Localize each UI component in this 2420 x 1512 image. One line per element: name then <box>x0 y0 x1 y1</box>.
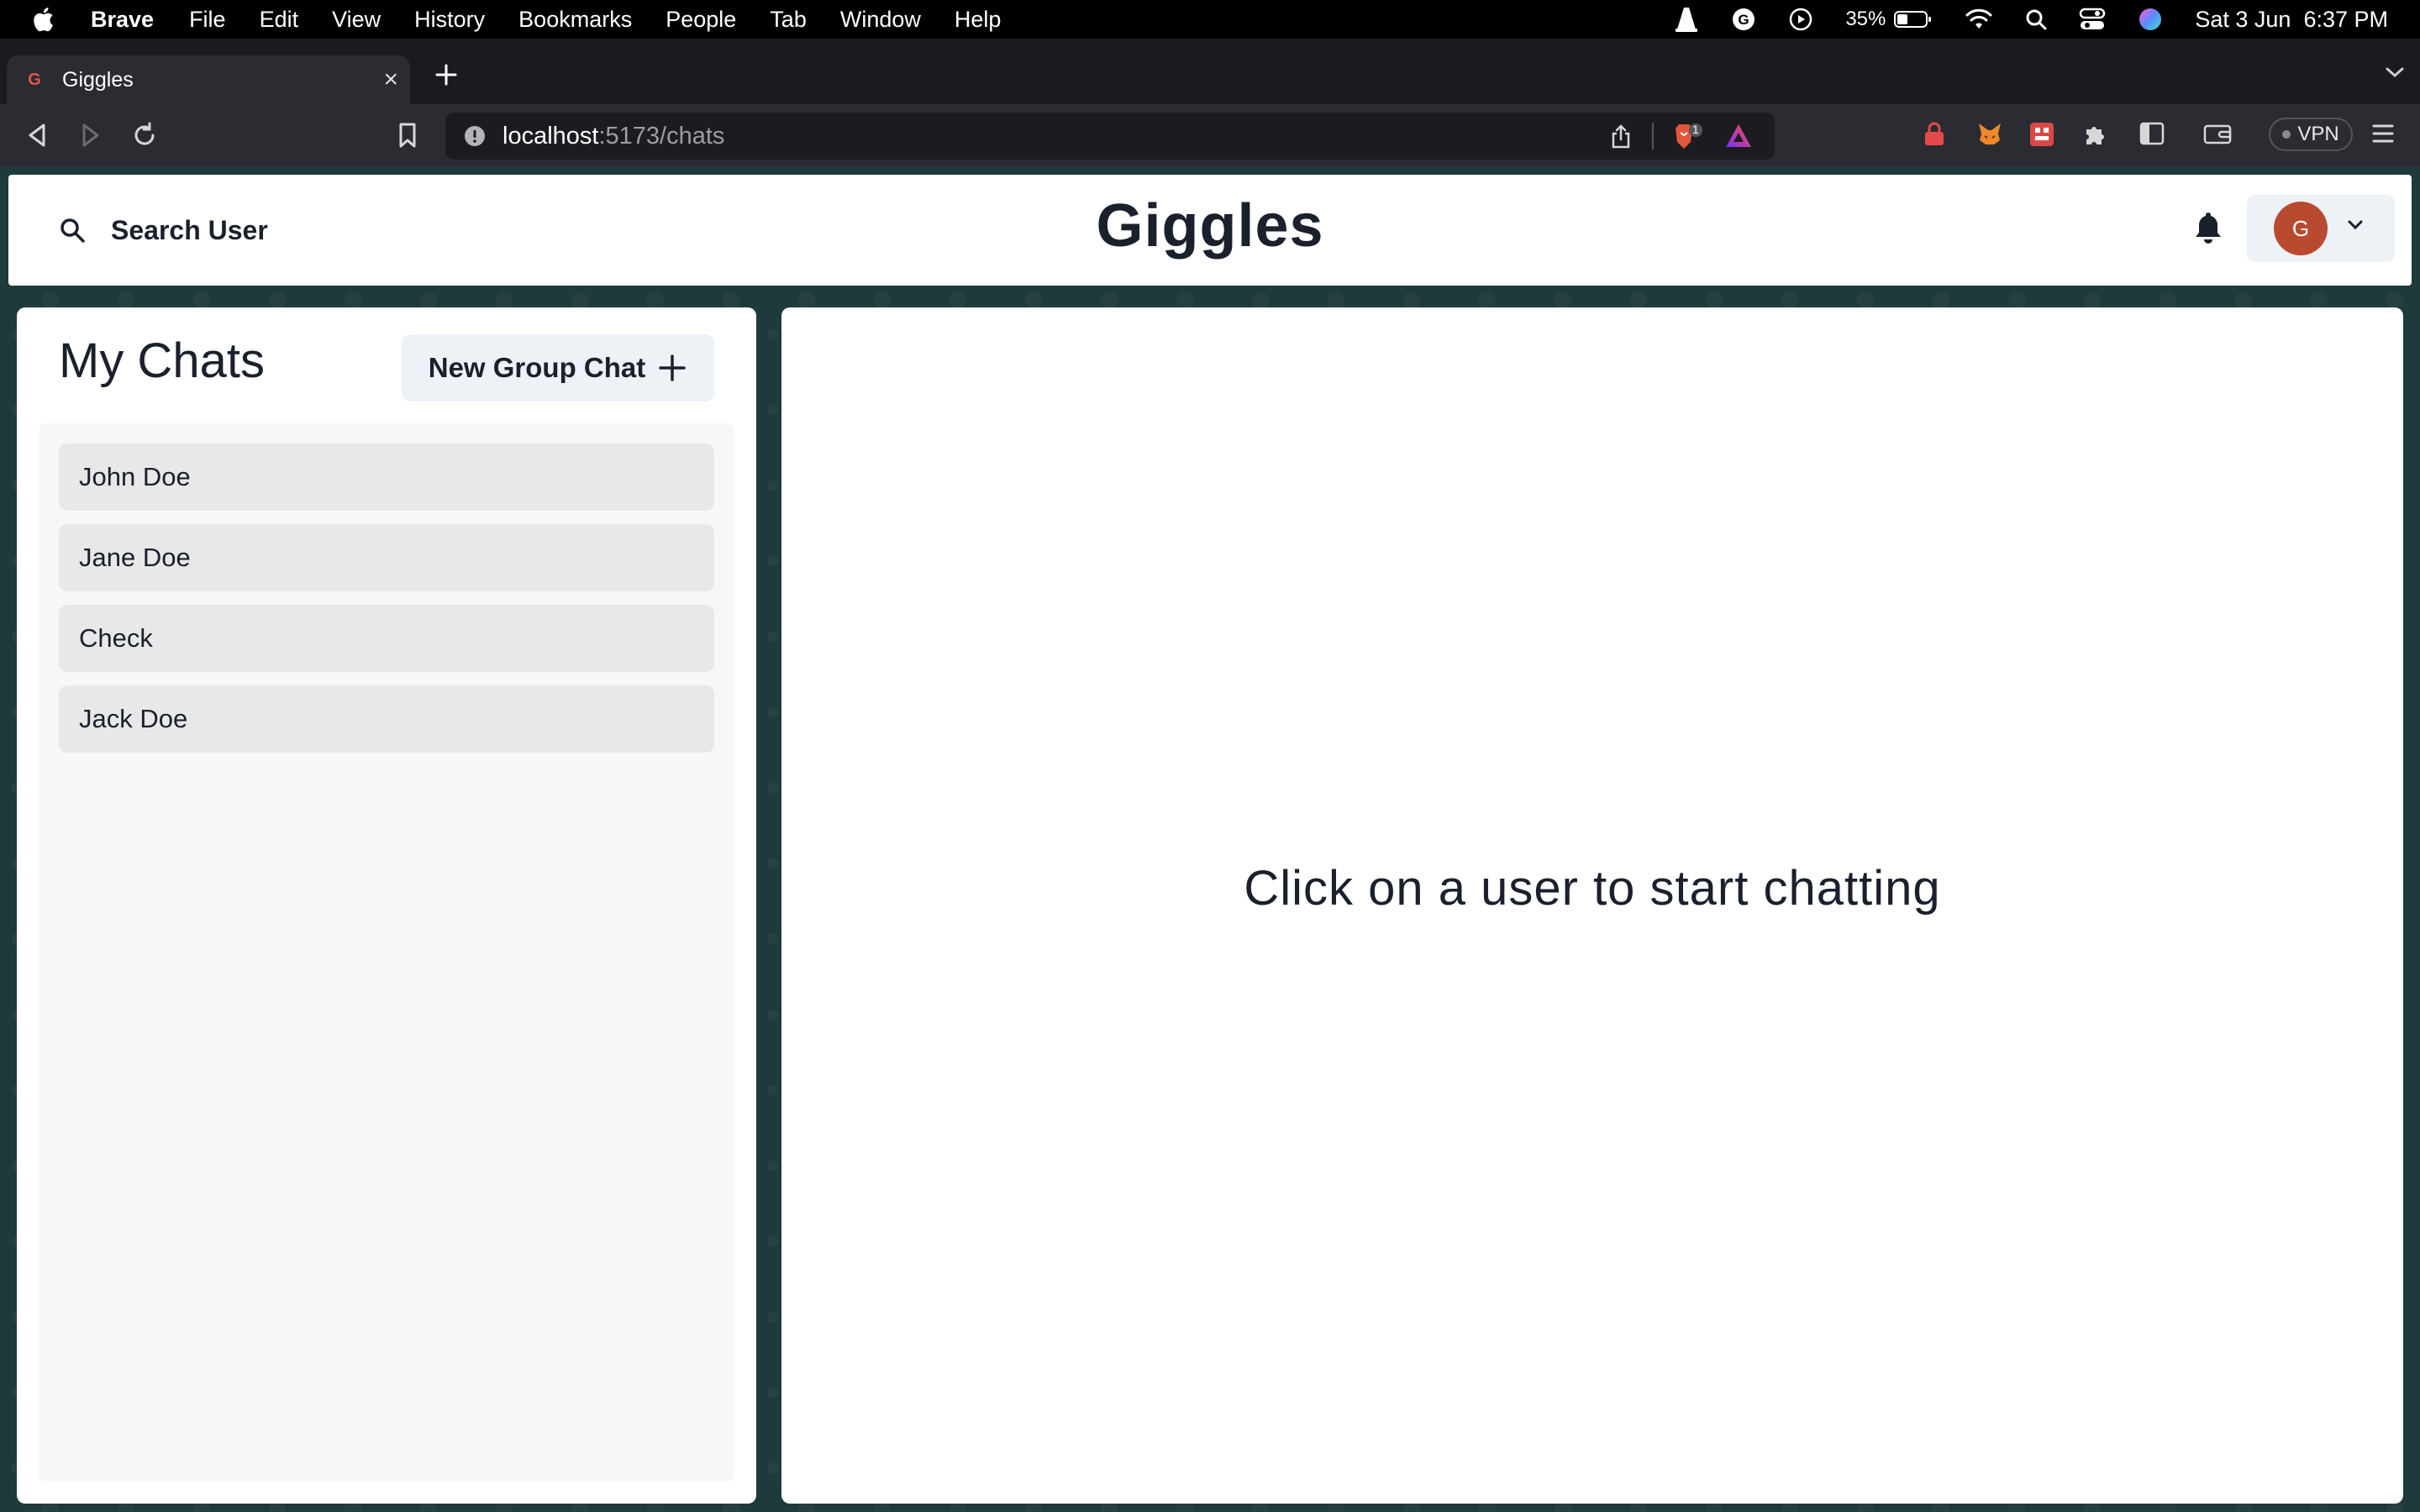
browser-tab[interactable]: G Giggles × <box>7 55 410 104</box>
url-text[interactable]: localhost:5173/chats <box>502 123 724 150</box>
browser-toolbar: localhost:5173/chats 1 VPN <box>0 104 2420 166</box>
grammarly-icon[interactable]: G <box>1731 7 1756 32</box>
tab-list-chevron-icon[interactable] <box>2385 66 2405 79</box>
macos-menu-bar: Brave File Edit View History Bookmarks P… <box>0 0 2420 39</box>
chat-list-item[interactable]: Jane Doe <box>59 524 714 591</box>
menu-bookmarks[interactable]: Bookmarks <box>518 7 632 33</box>
site-info-icon[interactable] <box>464 125 486 147</box>
tab-favicon: G <box>28 70 41 89</box>
metamask-fox-icon[interactable] <box>1976 121 2003 148</box>
chat-window: Click on a user to start chatting <box>781 307 2403 1504</box>
app-brand-title: Giggles <box>1096 192 1324 260</box>
extension-pixel-icon[interactable] <box>2028 121 2055 148</box>
svg-text:G: G <box>1739 12 1749 28</box>
extension-lock-icon[interactable] <box>1923 121 1946 148</box>
extensions-puzzle-icon[interactable] <box>2082 121 2109 148</box>
chevron-down-icon <box>2346 218 2365 232</box>
app-header: Search User Giggles G <box>8 175 2412 286</box>
web-page: Search User Giggles G My Chats New Group… <box>0 166 2420 1512</box>
forward-icon[interactable] <box>77 121 103 150</box>
reload-icon[interactable] <box>131 121 158 150</box>
menu-people[interactable]: People <box>666 7 736 33</box>
bookmark-icon[interactable] <box>397 121 418 150</box>
url-host: localhost <box>502 122 599 150</box>
vpn-button[interactable]: VPN <box>2269 118 2353 151</box>
menu-window[interactable]: Window <box>840 7 921 33</box>
my-chats-title: My Chats <box>59 333 265 388</box>
chat-list-item[interactable]: John Doe <box>59 444 714 511</box>
control-center-icon[interactable] <box>2079 8 2106 31</box>
vpn-status-dot <box>2282 130 2291 139</box>
apple-icon[interactable] <box>32 7 54 32</box>
new-tab-plus-icon[interactable] <box>434 62 459 87</box>
tab-title: Giggles <box>62 67 134 92</box>
plus-icon <box>657 353 687 383</box>
play-circle-icon[interactable] <box>1788 7 1813 32</box>
vlc-cone-icon[interactable] <box>1674 6 1699 33</box>
brave-rewards-icon[interactable] <box>1724 123 1753 150</box>
chat-list-item[interactable]: Check <box>59 605 714 672</box>
avatar: G <box>2274 202 2328 255</box>
url-path: :5173/chats <box>598 122 725 150</box>
menu-view[interactable]: View <box>332 7 381 33</box>
menu-file[interactable]: File <box>189 7 226 33</box>
address-bar[interactable]: localhost:5173/chats 1 <box>445 113 1775 160</box>
menu-help[interactable]: Help <box>955 7 1002 33</box>
chat-list: John Doe Jane Doe Check Jack Doe <box>39 423 734 1482</box>
browser-tab-strip: G Giggles × <box>0 39 2420 104</box>
menu-history[interactable]: History <box>414 7 485 33</box>
spotlight-search-icon[interactable] <box>2025 8 2047 30</box>
battery-percent: 35% <box>1845 8 1886 30</box>
address-bar-divider <box>1652 123 1654 150</box>
battery-icon[interactable] <box>1894 9 1933 29</box>
brave-shields-icon[interactable]: 1 <box>1667 123 1704 151</box>
share-icon[interactable] <box>1610 124 1632 150</box>
shields-count-badge: 1 <box>1692 123 1699 136</box>
menubar-datetime[interactable]: Sat 3 Jun 6:37 PM <box>2195 7 2388 33</box>
wallet-icon[interactable] <box>2203 121 2232 146</box>
back-icon[interactable] <box>25 121 50 150</box>
my-chats-panel: My Chats New Group Chat John Doe Jane Do… <box>17 307 756 1504</box>
vpn-label: VPN <box>2297 123 2339 145</box>
menu-tab[interactable]: Tab <box>770 7 807 33</box>
menu-edit[interactable]: Edit <box>260 7 299 33</box>
new-group-chat-label: New Group Chat <box>428 352 646 383</box>
siri-icon[interactable] <box>2138 7 2163 32</box>
notification-bell-icon[interactable] <box>2193 210 2223 245</box>
profile-menu-button[interactable]: G <box>2247 195 2395 262</box>
new-group-chat-button[interactable]: New Group Chat <box>402 334 714 402</box>
close-tab-icon[interactable]: × <box>383 67 398 92</box>
empty-chat-message: Click on a user to start chatting <box>1244 861 1941 916</box>
sidebar-toggle-icon[interactable] <box>2139 121 2165 146</box>
browser-menu-icon[interactable] <box>2371 121 2395 146</box>
wifi-icon[interactable] <box>1965 8 1993 30</box>
menu-app-name[interactable]: Brave <box>91 7 154 33</box>
chat-list-item[interactable]: Jack Doe <box>59 685 714 753</box>
